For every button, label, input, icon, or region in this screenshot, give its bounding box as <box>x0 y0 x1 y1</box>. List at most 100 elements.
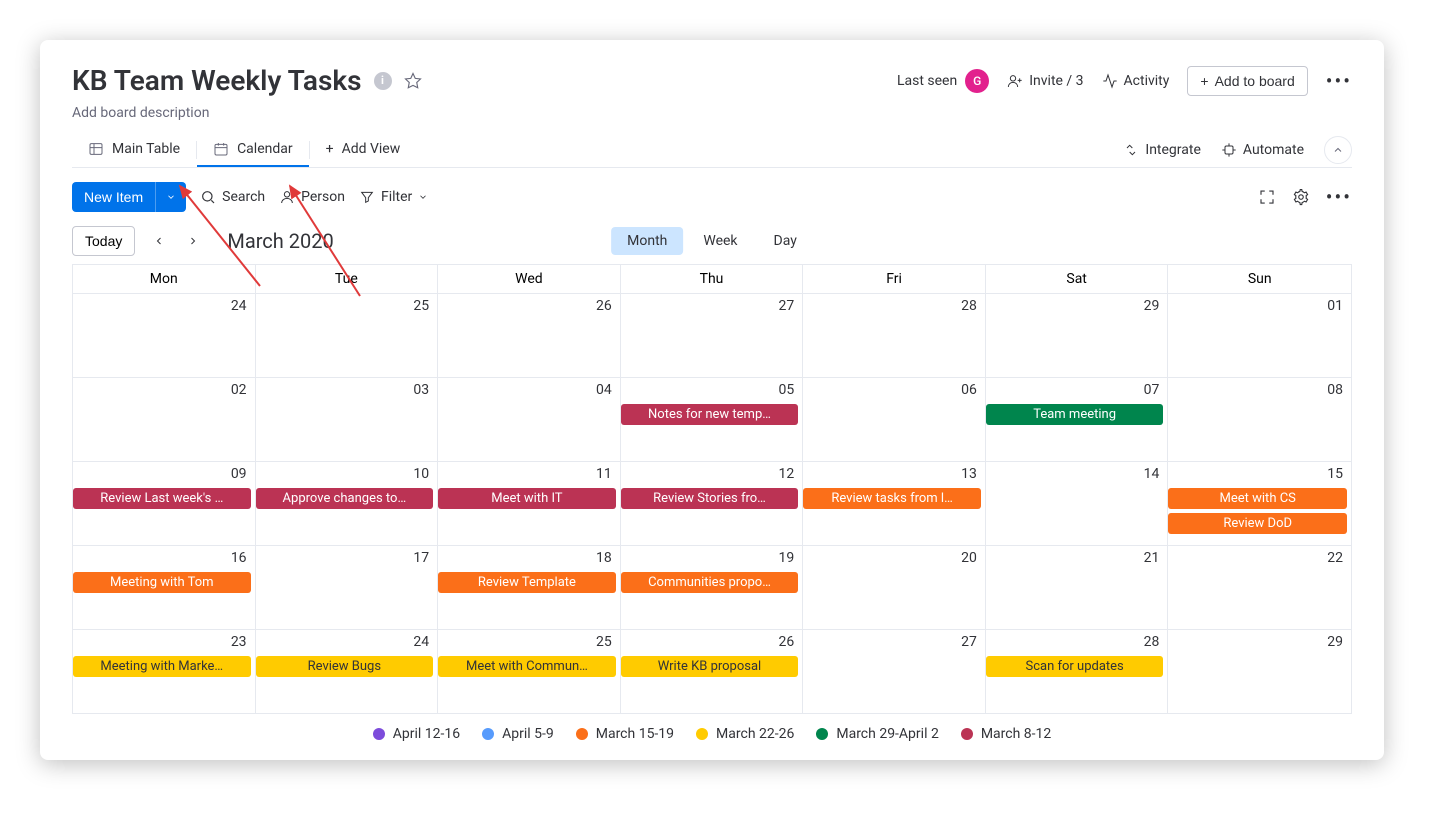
board-description[interactable]: Add board description <box>72 105 1352 121</box>
calendar-event[interactable]: Meet with IT <box>438 488 616 509</box>
next-month-button[interactable] <box>183 231 203 251</box>
calendar-cell[interactable]: 02 <box>73 377 256 461</box>
calendar-cell[interactable]: 13Review tasks from l… <box>803 461 986 545</box>
calendar-cell[interactable]: 26Write KB proposal <box>621 629 804 713</box>
calendar-cell[interactable]: 21 <box>986 545 1169 629</box>
legend-item[interactable]: March 22-26 <box>696 726 794 742</box>
calendar-event[interactable]: Approve changes to… <box>256 488 434 509</box>
star-icon[interactable] <box>404 72 422 90</box>
legend-item[interactable]: March 8-12 <box>961 726 1051 742</box>
add-to-board-button[interactable]: + Add to board <box>1187 66 1307 96</box>
calendar-event[interactable]: Review tasks from l… <box>803 488 981 509</box>
calendar-cell[interactable]: 29 <box>1168 629 1351 713</box>
info-icon[interactable]: i <box>374 72 392 90</box>
day-number: 12 <box>779 466 795 482</box>
calendar-cell[interactable]: 28Scan for updates <box>986 629 1169 713</box>
calendar-cell[interactable]: 01 <box>1168 293 1351 377</box>
person-filter[interactable]: Person <box>279 189 345 205</box>
calendar-cell[interactable]: 09Review Last week's … <box>73 461 256 545</box>
fullscreen-icon[interactable] <box>1258 188 1276 206</box>
day-header: Sun <box>1168 265 1351 293</box>
calendar-cell[interactable]: 26 <box>438 293 621 377</box>
today-button[interactable]: Today <box>72 226 135 256</box>
calendar-cell[interactable]: 17 <box>256 545 439 629</box>
calendar-cell[interactable]: 22 <box>1168 545 1351 629</box>
tab-calendar[interactable]: Calendar <box>197 133 309 167</box>
calendar-cell[interactable]: 11Meet with IT <box>438 461 621 545</box>
calendar-cell[interactable]: 20 <box>803 545 986 629</box>
toolbar-more-icon[interactable]: ••• <box>1326 185 1352 209</box>
chevron-down-icon[interactable] <box>155 182 186 212</box>
automate-button[interactable]: Automate <box>1221 142 1304 158</box>
calendar-cell[interactable]: 12 Review Stories fro… <box>621 461 804 545</box>
calendar-cell[interactable]: 05Notes for new temp… <box>621 377 804 461</box>
legend-item[interactable]: March 15-19 <box>576 726 674 742</box>
calendar-cell[interactable]: 06 <box>803 377 986 461</box>
legend-dot <box>482 728 494 740</box>
calendar-cell[interactable]: 25Meet with Commun… <box>438 629 621 713</box>
day-number: 06 <box>961 382 977 398</box>
day-number: 27 <box>961 634 977 650</box>
calendar-cell[interactable]: 15Meet with CSReview DoD <box>1168 461 1351 545</box>
calendar-cell[interactable]: 18Review Template <box>438 545 621 629</box>
day-number: 29 <box>1327 634 1343 650</box>
day-header: Wed <box>438 265 621 293</box>
legend-item[interactable]: April 12-16 <box>373 726 460 742</box>
month-label: March 2020 <box>227 229 333 253</box>
calendar-cell[interactable]: 16Meeting with Tom <box>73 545 256 629</box>
calendar-event[interactable]: Scan for updates <box>986 656 1164 677</box>
view-day[interactable]: Day <box>758 227 813 255</box>
calendar-event[interactable]: Review DoD <box>1168 513 1347 534</box>
invite-button[interactable]: Invite / 3 <box>1007 73 1083 89</box>
tab-main-table[interactable]: Main Table <box>72 133 196 167</box>
day-header: Sat <box>986 265 1169 293</box>
last-seen[interactable]: Last seen G <box>897 69 989 93</box>
calendar-event[interactable]: Review Stories fro… <box>621 488 799 509</box>
legend-item[interactable]: April 5-9 <box>482 726 554 742</box>
calendar-event[interactable]: Meeting with Marke… <box>73 656 251 677</box>
integrate-button[interactable]: Integrate <box>1123 142 1201 158</box>
calendar-event[interactable]: Meeting with Tom <box>73 572 251 593</box>
tab-add-view[interactable]: + Add View <box>310 133 417 167</box>
calendar-cell[interactable]: 24Review Bugs <box>256 629 439 713</box>
new-item-button[interactable]: New Item <box>72 182 186 212</box>
calendar-cell[interactable]: 25 <box>256 293 439 377</box>
calendar-cell[interactable]: 19Communities propo… <box>621 545 804 629</box>
calendar-cell[interactable]: 29 <box>986 293 1169 377</box>
activity-button[interactable]: Activity <box>1102 73 1170 89</box>
calendar-cell[interactable]: 10Approve changes to… <box>256 461 439 545</box>
calendar-event[interactable]: Communities propo… <box>621 572 799 593</box>
calendar-event[interactable]: Meet with Commun… <box>438 656 616 677</box>
calendar-cell[interactable]: 27 <box>621 293 804 377</box>
day-number: 22 <box>1327 550 1343 566</box>
gear-icon[interactable] <box>1292 188 1310 206</box>
search-button[interactable]: Search <box>200 189 265 205</box>
calendar-cell[interactable]: 08 <box>1168 377 1351 461</box>
calendar-event[interactable]: Review Template <box>438 572 616 593</box>
calendar-event[interactable]: Write KB proposal <box>621 656 799 677</box>
calendar-event[interactable]: Review Bugs <box>256 656 434 677</box>
collapse-button[interactable] <box>1324 136 1352 164</box>
calendar-cell[interactable]: 23Meeting with Marke… <box>73 629 256 713</box>
day-number: 01 <box>1327 298 1343 314</box>
calendar-event[interactable]: Notes for new temp… <box>621 404 799 425</box>
calendar-event[interactable]: Team meeting <box>986 404 1164 425</box>
day-header: Tue <box>256 265 439 293</box>
calendar-cell[interactable]: 24 <box>73 293 256 377</box>
view-week[interactable]: Week <box>687 227 753 255</box>
calendar-cell[interactable]: 28 <box>803 293 986 377</box>
filter-button[interactable]: Filter <box>359 189 428 205</box>
day-number: 07 <box>1144 382 1160 398</box>
legend-item[interactable]: March 29-April 2 <box>816 726 938 742</box>
calendar-event[interactable]: Meet with CS <box>1168 488 1347 509</box>
calendar-cell[interactable]: 07 Team meeting <box>986 377 1169 461</box>
prev-month-button[interactable] <box>149 231 169 251</box>
calendar-cell[interactable]: 14 <box>986 461 1169 545</box>
calendar-event[interactable]: Review Last week's … <box>73 488 251 509</box>
more-menu-icon[interactable]: ••• <box>1326 69 1352 93</box>
day-number: 04 <box>596 382 612 398</box>
calendar-cell[interactable]: 27 <box>803 629 986 713</box>
calendar-cell[interactable]: 03 <box>256 377 439 461</box>
view-month[interactable]: Month <box>611 227 683 255</box>
calendar-cell[interactable]: 04 <box>438 377 621 461</box>
